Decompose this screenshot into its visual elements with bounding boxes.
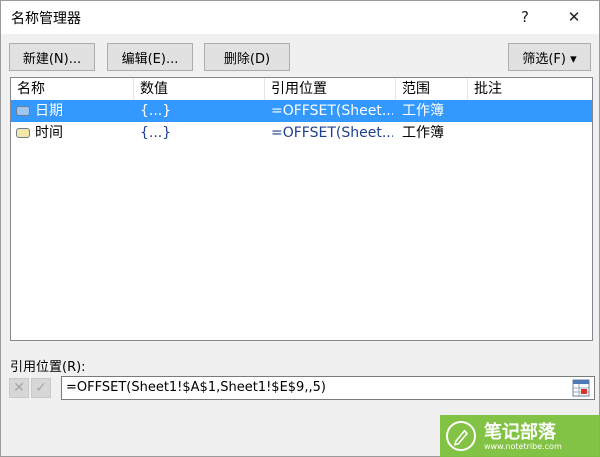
row-scope: 工作簿 [402,103,444,119]
column-header-comment[interactable]: 批注 [468,78,592,100]
refers-to-label: 引用位置(R): [10,360,86,375]
names-list[interactable]: 名称 数值 引用位置 范围 批注 日期 {...} =OFFSET(Sheet.… [10,77,593,341]
refers-to-value: =OFFSET(Sheet1!$A$1,Sheet1!$E$9,,5) [66,380,326,395]
close-button[interactable]: ✕ [560,5,588,29]
row-comment [474,100,590,122]
filter-button[interactable]: 筛选(F) ▾ [508,43,591,71]
dialog-title: 名称管理器 [11,11,81,27]
cancel-x-icon[interactable]: ✕ [9,378,29,398]
watermark-text: 笔记部落 [484,422,556,443]
row-value: {...} [140,125,172,141]
title-bar: 名称管理器 ? ✕ [1,1,599,34]
named-range-icon [16,128,30,138]
help-button[interactable]: ? [511,5,539,29]
delete-button[interactable]: 删除(D) [204,43,290,71]
column-header-value[interactable]: 数值 [134,78,265,100]
table-row[interactable]: 时间 {...} =OFFSET(Sheet... 工作簿 [11,122,592,144]
watermark: 笔记部落 www.notetribe.com [440,415,600,457]
table-row[interactable]: 日期 {...} =OFFSET(Sheet... 工作簿 [11,100,592,122]
row-value: {...} [140,103,172,119]
list-header: 名称 数值 引用位置 范围 批注 [11,78,592,100]
column-header-name[interactable]: 名称 [11,78,134,100]
refers-to-input[interactable]: =OFFSET(Sheet1!$A$1,Sheet1!$E$9,,5) [61,376,595,400]
row-scope: 工作簿 [402,125,444,141]
row-comment [474,122,590,144]
new-button[interactable]: 新建(N)... [9,43,95,71]
name-manager-dialog: 名称管理器 ? ✕ 新建(N)... 编辑(E)... 删除(D) 筛选(F) … [0,0,600,457]
pen-logo-icon [446,421,476,451]
row-name: 时间 [35,125,63,141]
column-header-refers-to[interactable]: 引用位置 [265,78,396,100]
column-header-scope[interactable]: 范围 [396,78,468,100]
watermark-url: www.notetribe.com [484,442,562,451]
row-refers-to: =OFFSET(Sheet... [271,103,393,119]
row-refers-to: =OFFSET(Sheet... [271,125,393,141]
range-select-icon[interactable] [572,379,590,397]
edit-button[interactable]: 编辑(E)... [107,43,193,71]
row-name: 日期 [35,103,63,119]
named-range-icon [16,106,30,116]
confirm-check-icon[interactable]: ✓ [31,378,51,398]
